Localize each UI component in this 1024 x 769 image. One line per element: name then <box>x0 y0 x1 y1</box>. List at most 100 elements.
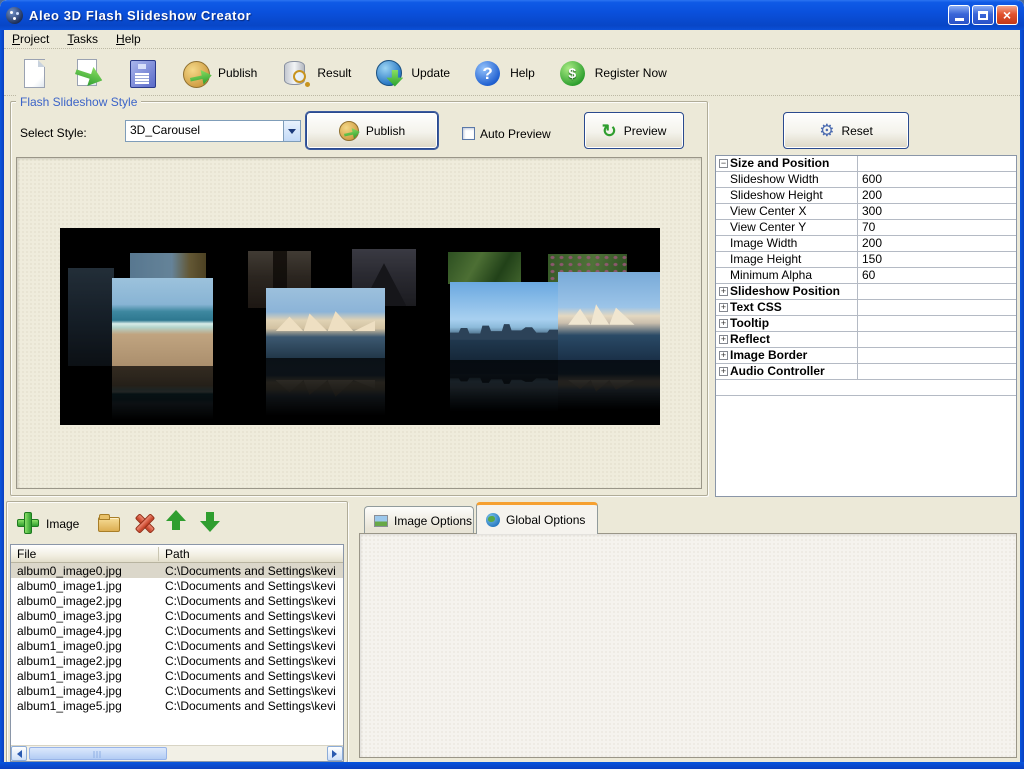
property-group-row[interactable]: +Slideshow Position <box>716 284 1016 300</box>
minimize-button[interactable] <box>948 5 970 25</box>
reset-button-label: Reset <box>841 124 872 138</box>
reset-button[interactable]: ⚙ Reset <box>783 112 909 149</box>
property-value[interactable]: 600 <box>857 172 1016 187</box>
expand-icon[interactable]: + <box>719 319 728 328</box>
tab-global-options-label: Global Options <box>506 513 585 527</box>
property-row[interactable]: Minimum Alpha60 <box>716 268 1016 284</box>
file-path-cell: C:\Documents and Settings\kevi <box>159 579 343 593</box>
file-path-cell: C:\Documents and Settings\kevi <box>159 654 343 668</box>
property-value[interactable]: 200 <box>857 188 1016 203</box>
carousel-photo <box>112 278 213 366</box>
scrollbar-thumb[interactable] <box>29 747 167 760</box>
toolbar-button-publish[interactable]: Publish <box>176 53 261 93</box>
property-group-name: Slideshow Position <box>730 284 857 299</box>
scroll-right-icon[interactable] <box>327 746 343 761</box>
property-group-row[interactable]: +Audio Controller <box>716 364 1016 380</box>
slideshow-preview-stage <box>60 228 660 425</box>
move-down-icon[interactable] <box>200 510 220 532</box>
maximize-button[interactable] <box>972 5 994 25</box>
carousel-photo-reflection <box>266 358 385 416</box>
collapse-icon[interactable]: − <box>719 159 728 168</box>
expand-icon[interactable]: + <box>719 287 728 296</box>
title-bar[interactable]: Aleo 3D Flash Slideshow Creator × <box>0 0 1024 30</box>
move-up-icon[interactable] <box>166 510 186 532</box>
file-list-row[interactable]: album1_image5.jpgC:\Documents and Settin… <box>11 698 343 713</box>
file-list-row[interactable]: album1_image0.jpgC:\Documents and Settin… <box>11 638 343 653</box>
property-row[interactable]: Image Width200 <box>716 236 1016 252</box>
expand-icon[interactable]: + <box>719 351 728 360</box>
expand-icon[interactable]: + <box>719 367 728 376</box>
file-name-cell: album0_image3.jpg <box>11 609 159 623</box>
property-value[interactable]: 60 <box>857 268 1016 283</box>
update-icon <box>373 57 405 89</box>
tab-global-options[interactable]: Global Options <box>476 502 598 534</box>
property-row[interactable]: Image Height150 <box>716 252 1016 268</box>
property-row[interactable]: Slideshow Width600 <box>716 172 1016 188</box>
property-group-row[interactable]: +Image Border <box>716 348 1016 364</box>
property-value[interactable]: 150 <box>857 252 1016 267</box>
file-list-row[interactable]: album0_image4.jpgC:\Documents and Settin… <box>11 623 343 638</box>
file-list-row[interactable]: album0_image1.jpgC:\Documents and Settin… <box>11 578 343 593</box>
menu-item-project[interactable]: Project <box>12 32 49 46</box>
property-name: View Center X <box>730 204 857 219</box>
toolbar-button-new-document-icon[interactable] <box>14 53 54 93</box>
file-list-row[interactable]: album1_image2.jpgC:\Documents and Settin… <box>11 653 343 668</box>
chevron-down-icon[interactable] <box>283 121 300 141</box>
file-name-cell: album1_image5.jpg <box>11 699 159 713</box>
property-name: View Center Y <box>730 220 857 235</box>
add-image-icon[interactable] <box>16 511 38 533</box>
property-name: Slideshow Width <box>730 172 857 187</box>
property-group-row[interactable]: +Reflect <box>716 332 1016 348</box>
toolbar-button-help[interactable]: Help <box>468 53 539 93</box>
property-group-row[interactable]: −Size and Position <box>716 156 1016 172</box>
file-list: File Path album0_image0.jpgC:\Documents … <box>10 544 344 762</box>
toolbar-button-result[interactable]: Result <box>275 53 355 93</box>
property-value[interactable]: 200 <box>857 236 1016 251</box>
property-row[interactable]: View Center X300 <box>716 204 1016 220</box>
style-select[interactable]: 3D_Carousel <box>125 120 301 142</box>
expand-icon[interactable]: + <box>719 335 728 344</box>
property-empty-row <box>716 380 1016 396</box>
carousel-photo <box>448 252 521 284</box>
file-path-cell: C:\Documents and Settings\kevi <box>159 609 343 623</box>
property-group-name: Size and Position <box>730 156 857 171</box>
menu-item-help[interactable]: Help <box>116 32 141 46</box>
file-list-row[interactable]: album0_image3.jpgC:\Documents and Settin… <box>11 608 343 623</box>
column-header-file[interactable]: File <box>11 547 159 561</box>
property-row[interactable]: Slideshow Height200 <box>716 188 1016 204</box>
close-button[interactable]: × <box>996 5 1018 25</box>
column-header-path[interactable]: Path <box>159 547 343 561</box>
palette-icon <box>339 121 359 141</box>
window-controls: × <box>948 5 1018 25</box>
toolbar-button-label: Update <box>411 66 450 80</box>
delete-image-icon[interactable] <box>134 512 154 532</box>
auto-preview-checkbox[interactable] <box>462 127 475 140</box>
carousel-photo-reflection <box>558 360 660 410</box>
property-row[interactable]: View Center Y70 <box>716 220 1016 236</box>
toolbar-button-open-project-icon[interactable] <box>68 53 108 93</box>
carousel-photo <box>68 268 114 366</box>
file-list-row[interactable]: album0_image2.jpgC:\Documents and Settin… <box>11 593 343 608</box>
expand-icon[interactable]: + <box>719 303 728 312</box>
toolbar-button-register-now[interactable]: Register Now <box>553 53 671 93</box>
toolbar-button-save-project-icon[interactable] <box>122 53 162 93</box>
file-list-row[interactable]: album1_image3.jpgC:\Documents and Settin… <box>11 668 343 683</box>
file-list-row[interactable]: album1_image4.jpgC:\Documents and Settin… <box>11 683 343 698</box>
horizontal-scrollbar[interactable] <box>11 745 343 761</box>
tab-image-options[interactable]: Image Options <box>364 506 474 534</box>
menu-item-tasks[interactable]: Tasks <box>67 32 98 46</box>
property-group-value <box>857 316 1016 331</box>
scroll-left-icon[interactable] <box>11 746 27 761</box>
add-folder-icon[interactable] <box>98 514 120 531</box>
preview-button[interactable]: ↻ Preview <box>584 112 684 149</box>
property-value[interactable]: 70 <box>857 220 1016 235</box>
publish-button[interactable]: Publish <box>306 112 438 149</box>
property-value[interactable]: 300 <box>857 204 1016 219</box>
toolbar-button-update[interactable]: Update <box>369 53 454 93</box>
property-group-row[interactable]: +Tooltip <box>716 316 1016 332</box>
file-name-cell: album0_image0.jpg <box>11 564 159 578</box>
new-document-icon <box>18 57 50 89</box>
file-list-row[interactable]: album0_image0.jpgC:\Documents and Settin… <box>11 563 343 578</box>
property-group-row[interactable]: +Text CSS <box>716 300 1016 316</box>
property-group-name: Reflect <box>730 332 857 347</box>
